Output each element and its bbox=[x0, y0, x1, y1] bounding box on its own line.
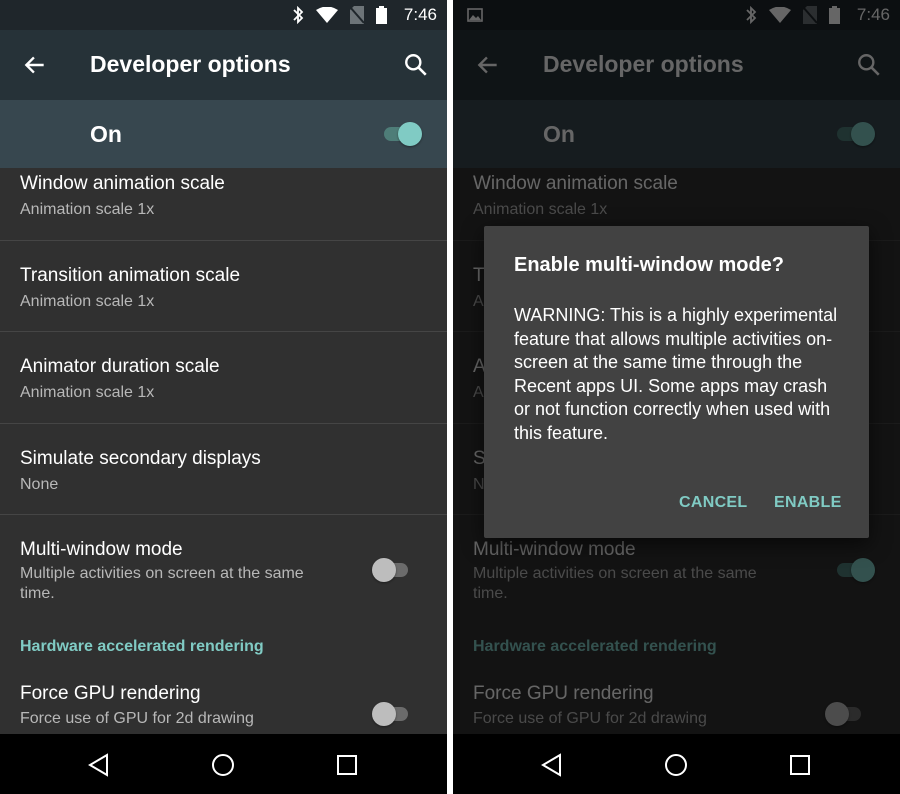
no-sim-icon bbox=[350, 6, 364, 24]
preference-list: Window animation scale Animation scale 1… bbox=[0, 168, 447, 755]
recents-nav-icon[interactable] bbox=[787, 752, 813, 778]
pref-transition-animation-scale[interactable]: Transition animation scale Animation sca… bbox=[0, 241, 447, 332]
navigation-bar bbox=[0, 734, 447, 794]
pref-title: Transition animation scale bbox=[20, 265, 241, 286]
cancel-button[interactable]: CANCEL bbox=[679, 494, 747, 512]
status-icons bbox=[292, 6, 387, 24]
back-nav-icon[interactable] bbox=[86, 752, 112, 778]
pref-summary: Animation scale 1x bbox=[20, 293, 155, 310]
page-title: Developer options bbox=[90, 51, 291, 77]
pref-summary: Force use of GPU for 2d drawing bbox=[20, 710, 254, 727]
pref-simulate-secondary-displays[interactable]: Simulate secondary displays None bbox=[0, 424, 447, 515]
pref-multi-window-mode[interactable]: Multi-window mode Multiple activities on… bbox=[0, 515, 447, 625]
multi-window-toggle[interactable] bbox=[372, 557, 412, 582]
battery-icon bbox=[376, 6, 387, 24]
pref-summary: Animation scale 1x bbox=[20, 201, 155, 218]
toggle-thumb bbox=[372, 702, 396, 726]
master-switch-toggle[interactable] bbox=[382, 121, 422, 146]
bluetooth-icon bbox=[293, 6, 304, 24]
dialog-message: WARNING: This is a highly experimental f… bbox=[514, 305, 838, 443]
home-nav-icon[interactable] bbox=[663, 752, 689, 778]
arrow-back-icon[interactable] bbox=[22, 52, 48, 78]
pref-summary: None bbox=[20, 476, 59, 493]
navigation-bar bbox=[453, 734, 900, 794]
pref-title: Force GPU rendering bbox=[20, 683, 201, 704]
toggle-thumb bbox=[398, 122, 422, 146]
pref-title: Window animation scale bbox=[20, 173, 225, 194]
recents-nav-icon[interactable] bbox=[334, 752, 360, 778]
pref-title: Animator duration scale bbox=[20, 356, 220, 377]
category-label: Hardware accelerated rendering bbox=[20, 638, 264, 655]
screen-settings-with-dialog: 7:46 Developer options On Window animati… bbox=[453, 0, 900, 794]
enable-multi-window-dialog: Enable multi-window mode? WARNING: This … bbox=[484, 226, 869, 538]
screen-settings: 7:46 Developer options On Window animati… bbox=[0, 0, 447, 794]
pref-animator-duration-scale[interactable]: Animator duration scale Animation scale … bbox=[0, 332, 447, 424]
category-header: Hardware accelerated rendering bbox=[0, 625, 447, 675]
back-nav-icon[interactable] bbox=[539, 752, 565, 778]
enable-button[interactable]: ENABLE bbox=[774, 494, 842, 512]
pref-summary: Animation scale 1x bbox=[20, 384, 155, 401]
pref-summary: Multiple activities on screen at the sam… bbox=[20, 565, 304, 602]
home-nav-icon[interactable] bbox=[210, 752, 236, 778]
pref-window-animation-scale[interactable]: Window animation scale Animation scale 1… bbox=[0, 168, 447, 241]
dialog-title: Enable multi-window mode? bbox=[514, 254, 784, 276]
pref-title: Simulate secondary displays bbox=[20, 448, 261, 469]
force-gpu-toggle[interactable] bbox=[372, 701, 412, 726]
master-switch-label: On bbox=[90, 121, 122, 147]
wifi-icon bbox=[316, 7, 338, 23]
toggle-thumb bbox=[372, 558, 396, 582]
clock: 7:46 bbox=[403, 5, 437, 24]
app-bar: Developer options bbox=[0, 30, 447, 100]
pref-title: Multi-window mode bbox=[20, 539, 183, 560]
status-bar: 7:46 bbox=[0, 0, 447, 30]
search-icon[interactable] bbox=[403, 52, 429, 78]
master-switch-bar[interactable]: On bbox=[0, 100, 447, 168]
